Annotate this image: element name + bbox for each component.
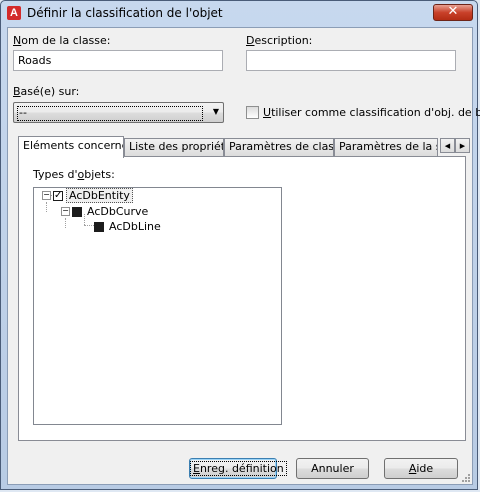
tab-parametres-source[interactable]: Paramètres de la so xyxy=(334,138,438,156)
title-bar[interactable]: A Définir la classification de l'objet ✕ xyxy=(1,1,477,25)
tree-node-check[interactable] xyxy=(72,206,82,217)
tree-node-check[interactable]: ✓ xyxy=(53,190,63,201)
tree-node-label: AcDbCurve xyxy=(87,205,149,218)
description-label: Description: xyxy=(246,34,313,47)
tab-scroll-buttons: ◀ ▶ xyxy=(440,138,470,153)
based-on-value: -- xyxy=(17,106,203,121)
description-input[interactable] xyxy=(246,50,456,71)
window-title: Définir la classification de l'objet xyxy=(27,6,223,20)
class-name-label: Nom de la classe: xyxy=(13,34,111,47)
tree-node-acdbcurve[interactable]: − AcDbCurve xyxy=(61,204,150,219)
tab-panel: Types d'objets: − ✓ AcDbEntity − AcDbCur… xyxy=(18,156,466,441)
tree-node-acdbline[interactable]: AcDbLine xyxy=(94,219,163,234)
tree-connector xyxy=(65,218,66,228)
dialog-window: A Définir la classification de l'objet ✕… xyxy=(0,0,480,490)
tree-node-label: AcDbEntity xyxy=(66,188,133,203)
close-button[interactable]: ✕ xyxy=(433,4,473,21)
based-on-label: Basé(e) sur: xyxy=(13,85,80,98)
autocad-icon: A xyxy=(7,6,21,20)
class-name-input[interactable]: Roads xyxy=(13,50,223,71)
chevron-down-icon: ▼ xyxy=(212,107,219,116)
scroll-right-icon[interactable]: ▶ xyxy=(455,138,470,153)
use-as-base-checkbox[interactable] xyxy=(246,106,259,119)
tree-connector xyxy=(46,202,47,212)
based-on-select[interactable]: -- ▼ xyxy=(13,102,224,123)
dialog-client-area: Nom de la classe: Roads Description: Bas… xyxy=(7,27,480,485)
collapse-icon[interactable]: − xyxy=(42,191,51,200)
help-button[interactable]: Aide xyxy=(384,458,458,479)
object-types-tree[interactable]: − ✓ AcDbEntity − AcDbCurve AcDbLine xyxy=(33,187,282,425)
tab-elements-concernes[interactable]: Eléments concernés xyxy=(18,136,124,158)
save-definition-button[interactable]: Enreg. définition xyxy=(189,458,287,479)
tree-node-check[interactable] xyxy=(94,221,104,232)
tree-node-acdbentity[interactable]: − ✓ AcDbEntity xyxy=(42,188,133,203)
resize-grip-icon[interactable] xyxy=(461,473,471,483)
tab-liste-proprietes[interactable]: Liste des propriétés xyxy=(124,138,224,156)
object-types-label: Types d'objets: xyxy=(33,168,115,181)
tab-parametres-classe[interactable]: Paramètres de classe xyxy=(224,138,334,156)
collapse-icon[interactable]: − xyxy=(61,207,70,216)
tree-node-label: AcDbLine xyxy=(109,220,161,233)
use-as-base-label[interactable]: Utiliser comme classification d'obj. de … xyxy=(263,106,480,119)
scroll-left-icon[interactable]: ◀ xyxy=(440,138,455,153)
tab-strip: Eléments concernés Liste des propriétés … xyxy=(18,136,470,158)
cancel-button[interactable]: Annuler xyxy=(296,458,369,479)
